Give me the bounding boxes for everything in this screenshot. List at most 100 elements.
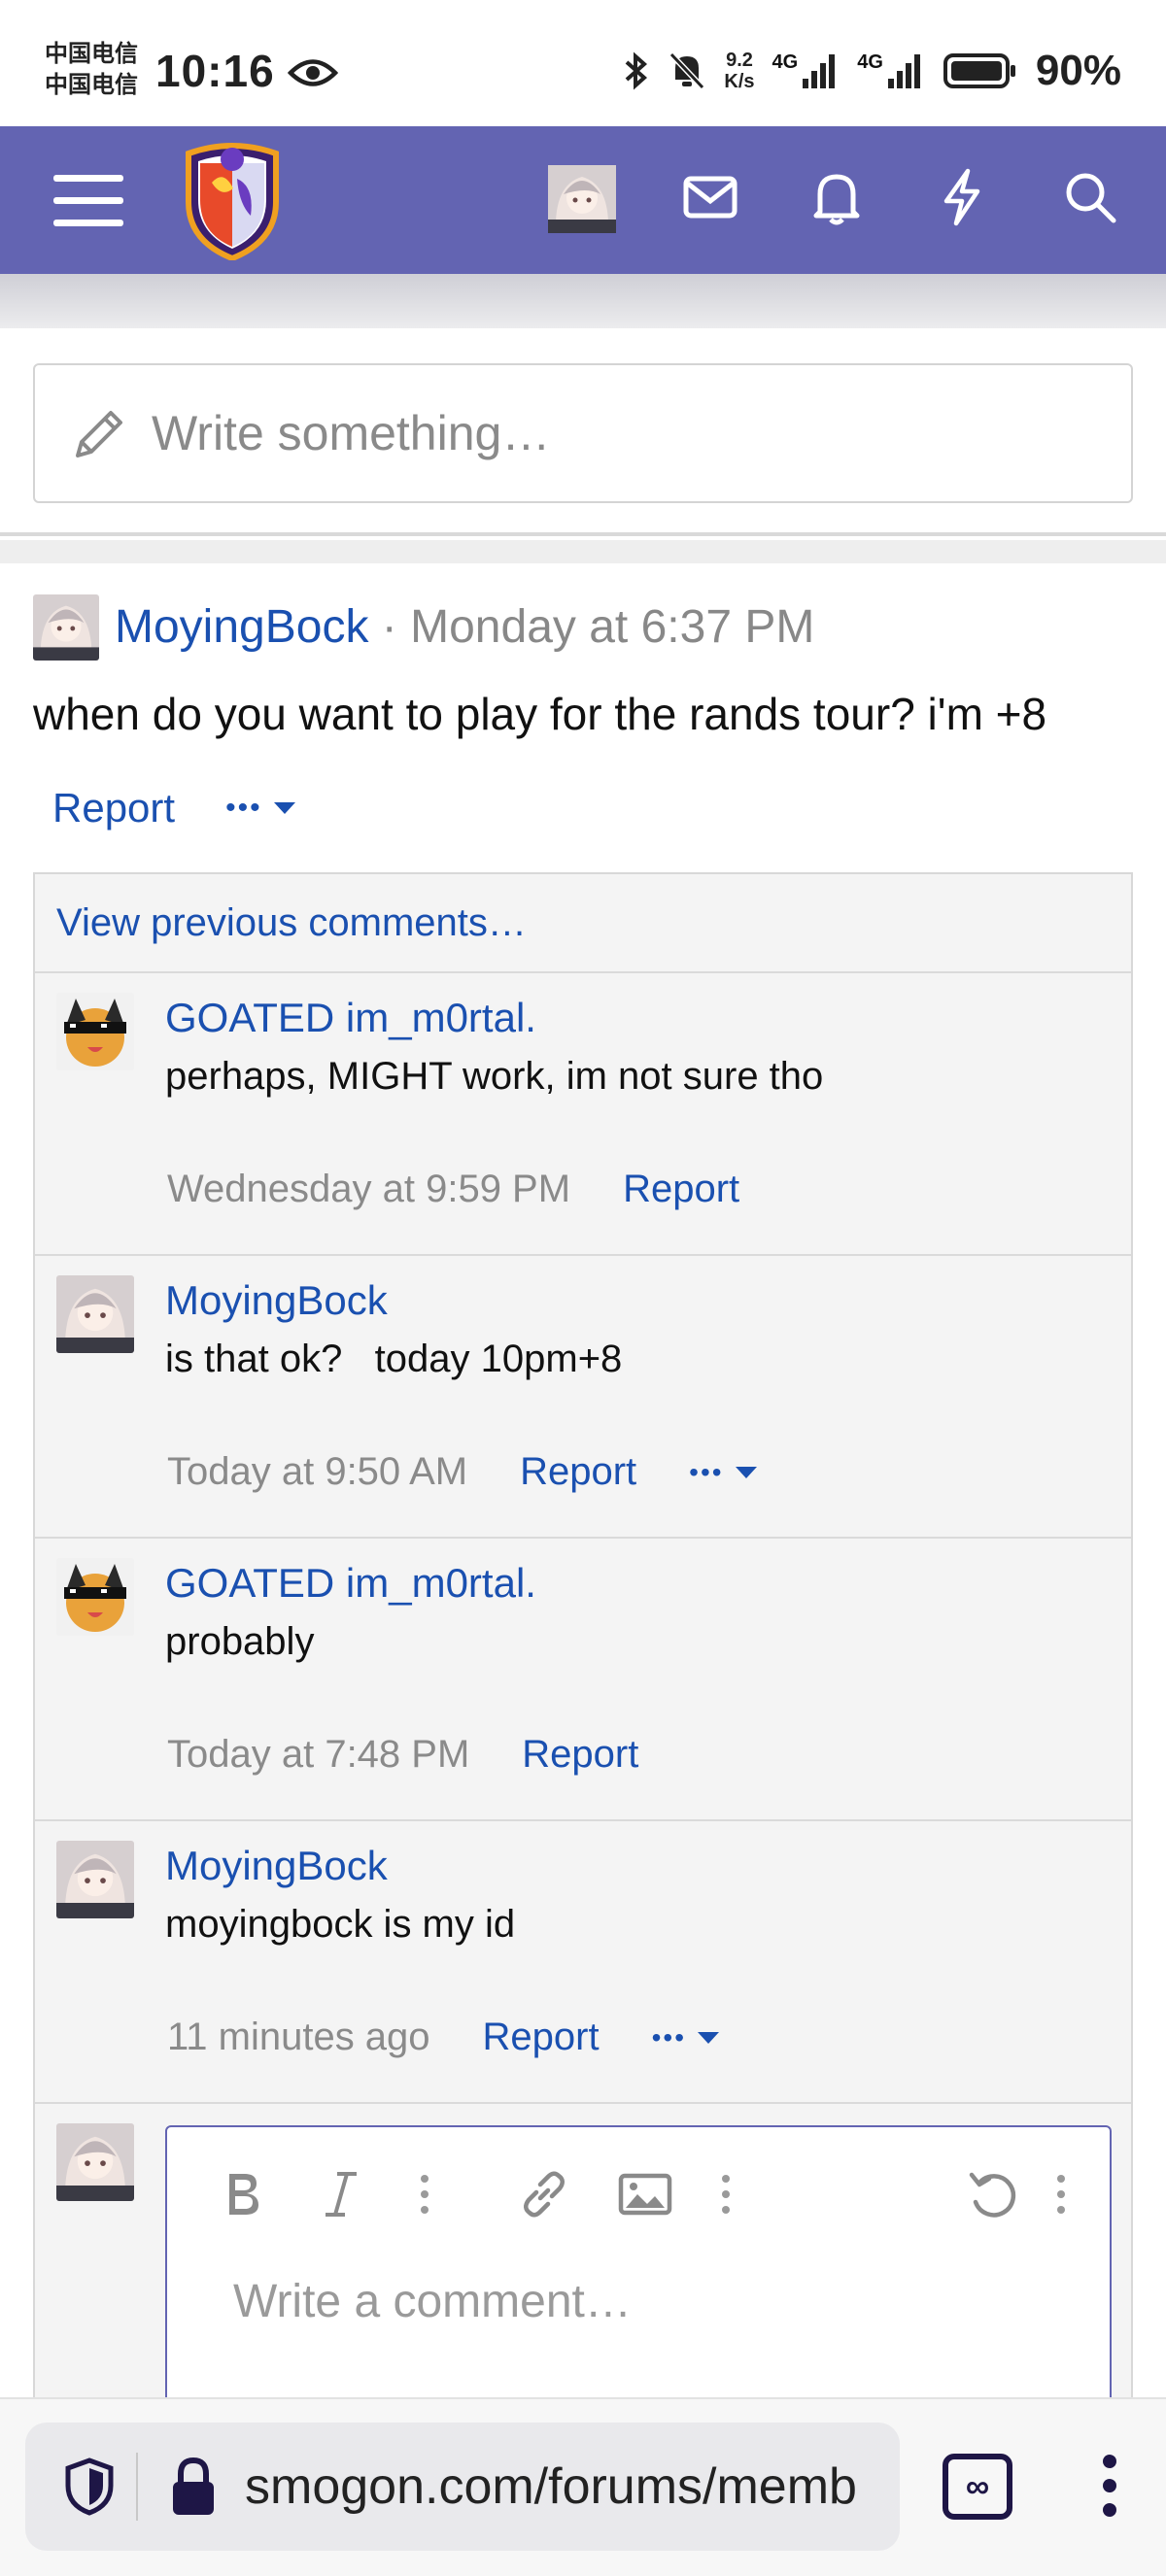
comment-author-link[interactable]: MoyingBock (165, 1277, 388, 1324)
comment-text: moyingbock is my id (165, 1903, 516, 1946)
address-bar-divider (136, 2453, 138, 2521)
post-more-menu[interactable]: ••• (225, 792, 297, 825)
carrier-labels: 中国电信 中国电信 (45, 39, 138, 101)
comment-avatar[interactable] (56, 1558, 134, 1636)
user-avatar-button[interactable] (548, 165, 616, 233)
lock-icon[interactable] (169, 2457, 218, 2517)
caret-down-icon (735, 1466, 757, 1478)
mute-bell-icon (669, 51, 705, 90)
avatar (56, 1841, 134, 1918)
comment-author-link[interactable]: MoyingBock (165, 1843, 388, 1889)
comment-text: perhaps, MIGHT work, im not sure tho (165, 1055, 824, 1098)
comment-avatar[interactable] (56, 1275, 134, 1353)
bluetooth-icon (626, 51, 648, 90)
more-options-icon (1057, 2175, 1065, 2214)
envelope-icon (683, 176, 737, 219)
insert-link-button[interactable] (515, 2160, 573, 2228)
comments-section: View previous comments… GOATED im_m0rtal… (33, 872, 1133, 2426)
net-speed-unit: K/s (724, 71, 755, 92)
write-comment-placeholder: Write a comment… (233, 2276, 632, 2327)
profile-post: MoyingBock · Monday at 6:37 PM when do y… (0, 563, 1166, 2426)
comment-timestamp[interactable]: 11 minutes ago (167, 2016, 430, 2059)
view-previous-comments-link[interactable]: View previous comments… (35, 874, 1131, 973)
signal-bars-icon (803, 54, 836, 88)
comment-item: GOATED im_m0rtal. probably Today at 7:48… (35, 1539, 1131, 1821)
top-navbar (0, 126, 1166, 274)
site-logo[interactable] (179, 140, 286, 260)
comment-text: is that ok? today 10pm+8 (165, 1338, 623, 1380)
italic-button[interactable] (317, 2160, 365, 2228)
signal-bars-icon (887, 54, 920, 88)
comment-author-link[interactable]: GOATED im_m0rtal. (165, 1560, 536, 1607)
comment-footer: Today at 7:48 PM Report (167, 1733, 691, 1777)
post-author-link[interactable]: MoyingBock (115, 601, 368, 653)
caret-down-icon (698, 2031, 720, 2044)
bolt-icon (943, 168, 980, 226)
comment-footer: Today at 9:50 AM Report ••• (167, 1450, 759, 1494)
comment-report-link[interactable]: Report (483, 2016, 600, 2059)
clock: 10:16 (155, 46, 275, 96)
avatar (56, 993, 134, 1070)
current-user-avatar (56, 2123, 134, 2201)
undo-button[interactable] (964, 2160, 1022, 2228)
write-something-placeholder: Write something… (152, 406, 551, 460)
smogon-logo-icon (186, 143, 279, 260)
signal-1: 4G (772, 51, 840, 90)
search-icon (1066, 173, 1116, 223)
pencil-icon (76, 411, 122, 458)
comment-more-menu[interactable]: ••• (652, 2022, 721, 2053)
post-actions: Report ••• (52, 785, 297, 831)
avatar (56, 1558, 134, 1636)
caret-down-icon (273, 802, 295, 814)
link-icon (524, 2171, 565, 2218)
eye-icon (288, 59, 338, 86)
more-insert-options-button[interactable] (711, 2160, 740, 2228)
private-tabs-icon: ∞ (965, 2467, 990, 2505)
more-options-button[interactable] (1046, 2160, 1076, 2228)
post-body: when do you want to play for the rands t… (33, 689, 1047, 739)
write-something-field[interactable]: Write something… (33, 363, 1133, 503)
browser-menu-icon[interactable] (1096, 2452, 1123, 2520)
more-text-options-button[interactable] (410, 2160, 439, 2228)
undo-icon (969, 2172, 1016, 2218)
comment-more-menu[interactable]: ••• (689, 1457, 758, 1488)
comment-item: MoyingBock is that ok? today 10pm+8 Toda… (35, 1256, 1131, 1539)
signal-2: 4G (857, 51, 925, 90)
reply-row: Write a comment… (35, 2104, 1131, 2417)
whats-new-button[interactable] (935, 165, 989, 229)
battery-percent: 90% (1035, 47, 1121, 94)
shield-icon[interactable] (62, 2457, 117, 2517)
editor-toolbar (167, 2160, 1110, 2228)
inbox-button[interactable] (680, 167, 740, 227)
comment-timestamp[interactable]: Wednesday at 9:59 PM (167, 1168, 570, 1211)
comment-report-link[interactable]: Report (522, 1733, 638, 1777)
more-dots: ••• (689, 1456, 724, 1487)
comment-avatar[interactable] (56, 993, 134, 1070)
avatar (33, 594, 99, 661)
signal-1-label: 4G (772, 51, 799, 73)
bell-icon (813, 174, 860, 225)
comment-report-link[interactable]: Report (623, 1168, 739, 1211)
insert-image-button[interactable] (167, 2160, 225, 2228)
post-author-avatar[interactable] (33, 594, 99, 661)
more-dots: ••• (225, 792, 262, 824)
url-text[interactable]: smogon.com/forums/memb (245, 2457, 857, 2516)
address-bar[interactable]: smogon.com/forums/memb (25, 2423, 900, 2551)
alerts-button[interactable] (806, 165, 867, 229)
comment-author-link[interactable]: GOATED im_m0rtal. (165, 995, 536, 1041)
comment-timestamp[interactable]: Today at 7:48 PM (167, 1733, 469, 1777)
post-header: MoyingBock · Monday at 6:37 PM (115, 600, 814, 654)
menu-button[interactable] (52, 169, 124, 231)
tabs-button[interactable]: ∞ (943, 2454, 1012, 2520)
insert-image-button[interactable] (616, 2160, 674, 2228)
post-timestamp[interactable]: Monday at 6:37 PM (410, 601, 814, 653)
search-button[interactable] (1059, 165, 1121, 229)
comment-timestamp[interactable]: Today at 9:50 AM (167, 1450, 467, 1494)
comment-avatar[interactable] (56, 1841, 134, 1918)
post-report-link[interactable]: Report (52, 785, 175, 831)
browser-toolbar: smogon.com/forums/memb ∞ (0, 2397, 1166, 2576)
comment-item: MoyingBock moyingbock is my id 11 minute… (35, 1821, 1131, 2104)
comment-report-link[interactable]: Report (520, 1450, 636, 1494)
comment-editor[interactable]: Write a comment… (165, 2125, 1112, 2417)
net-speed-value: 9.2 (726, 50, 753, 71)
